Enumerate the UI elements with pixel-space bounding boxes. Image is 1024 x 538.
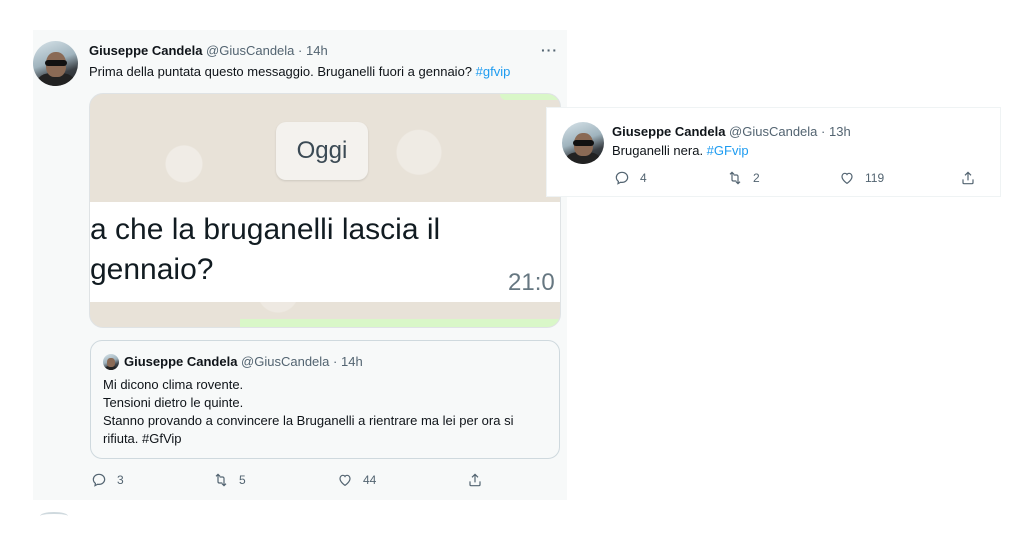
author-avatar[interactable] xyxy=(562,122,604,164)
hashtag-link[interactable]: #gfvip xyxy=(476,64,511,79)
reply-button[interactable]: 3 xyxy=(91,472,124,488)
tweet-timestamp[interactable]: 13h xyxy=(829,124,851,139)
tweet-text: Bruganelli nera. #GFvip xyxy=(612,142,749,159)
retweet-count: 5 xyxy=(239,473,246,487)
like-button[interactable]: 119 xyxy=(839,170,884,186)
like-count: 44 xyxy=(363,473,377,487)
chat-message-line2: gennaio? xyxy=(90,253,214,286)
author-handle[interactable]: @GiusCandela xyxy=(729,124,817,139)
quoted-tweet[interactable]: Giuseppe Candela @GiusCandela · 14h Mi d… xyxy=(90,340,560,459)
author-name[interactable]: Giuseppe Candela xyxy=(612,124,725,139)
share-icon xyxy=(962,171,974,185)
share-icon xyxy=(469,473,481,487)
quoted-author-handle: @GiusCandela xyxy=(241,354,330,369)
retweet-button[interactable]: 2 xyxy=(727,170,760,186)
like-button[interactable]: 44 xyxy=(337,472,376,488)
quoted-text-line2: Tensioni dietro le quinte. xyxy=(103,395,244,410)
quoted-text-line4-body: rifiuta. xyxy=(103,431,143,446)
quoted-tweet-header: Giuseppe Candela @GiusCandela · 14h xyxy=(124,354,363,369)
reply-count: 3 xyxy=(117,473,124,487)
reply-count: 4 xyxy=(640,171,647,185)
header-separator: · xyxy=(821,124,826,139)
tweet-media-image[interactable]: Oggi a che la bruganelli lascia il genna… xyxy=(89,93,561,328)
heart-icon xyxy=(339,474,351,487)
tweet-card-main[interactable]: Giuseppe Candela @GiusCandela · 14h ··· … xyxy=(33,30,567,500)
share-button[interactable] xyxy=(467,472,483,488)
heart-icon xyxy=(841,172,853,185)
chat-message-line1: a che la bruganelli lascia il xyxy=(90,213,441,246)
reply-icon xyxy=(92,473,106,487)
next-tweet-avatar-edge xyxy=(40,512,68,520)
reply-button[interactable]: 4 xyxy=(614,170,647,186)
retweet-icon xyxy=(729,171,741,185)
retweet-button[interactable]: 5 xyxy=(213,472,246,488)
chat-message-time: 21:0 xyxy=(508,269,555,296)
reply-icon xyxy=(615,171,629,185)
tweet-header: Giuseppe Candela @GiusCandela · 14h xyxy=(89,43,328,58)
chat-date-pill: Oggi xyxy=(276,122,368,180)
header-separator: · xyxy=(298,43,303,58)
quoted-hashtag: #GfVip xyxy=(142,431,182,446)
retweet-count: 2 xyxy=(753,171,760,185)
quoted-author-name: Giuseppe Candela xyxy=(124,354,238,369)
quoted-text-line1: Mi dicono clima rovente. xyxy=(103,377,244,392)
like-count: 119 xyxy=(865,171,885,185)
quoted-separator: · xyxy=(333,354,338,369)
tweet-header: Giuseppe Candela @GiusCandela · 13h xyxy=(612,124,851,139)
author-avatar[interactable] xyxy=(33,41,78,86)
share-button[interactable] xyxy=(960,170,976,186)
quoted-text-line4: rifiuta. #GfVip xyxy=(103,430,182,447)
more-options-icon[interactable]: ··· xyxy=(541,42,558,58)
author-handle[interactable]: @GiusCandela xyxy=(206,43,294,58)
quoted-text-line3: Stanno provando a convincere la Bruganel… xyxy=(103,413,514,428)
tweet-text-body: Bruganelli nera. xyxy=(612,143,707,158)
quoted-author-avatar xyxy=(103,354,119,370)
tweet-text-body: Prima della puntata questo messaggio. Br… xyxy=(89,64,476,79)
hashtag-link[interactable]: #GFvip xyxy=(707,143,749,158)
retweet-icon xyxy=(215,473,227,487)
author-name[interactable]: Giuseppe Candela xyxy=(89,43,202,58)
tweet-text: Prima della puntata questo messaggio. Br… xyxy=(89,63,510,80)
tweet-timestamp[interactable]: 14h xyxy=(306,43,328,58)
quoted-timestamp: 14h xyxy=(341,354,363,369)
tweet-card-secondary[interactable]: Giuseppe Candela @GiusCandela · 13h Brug… xyxy=(547,108,1000,196)
